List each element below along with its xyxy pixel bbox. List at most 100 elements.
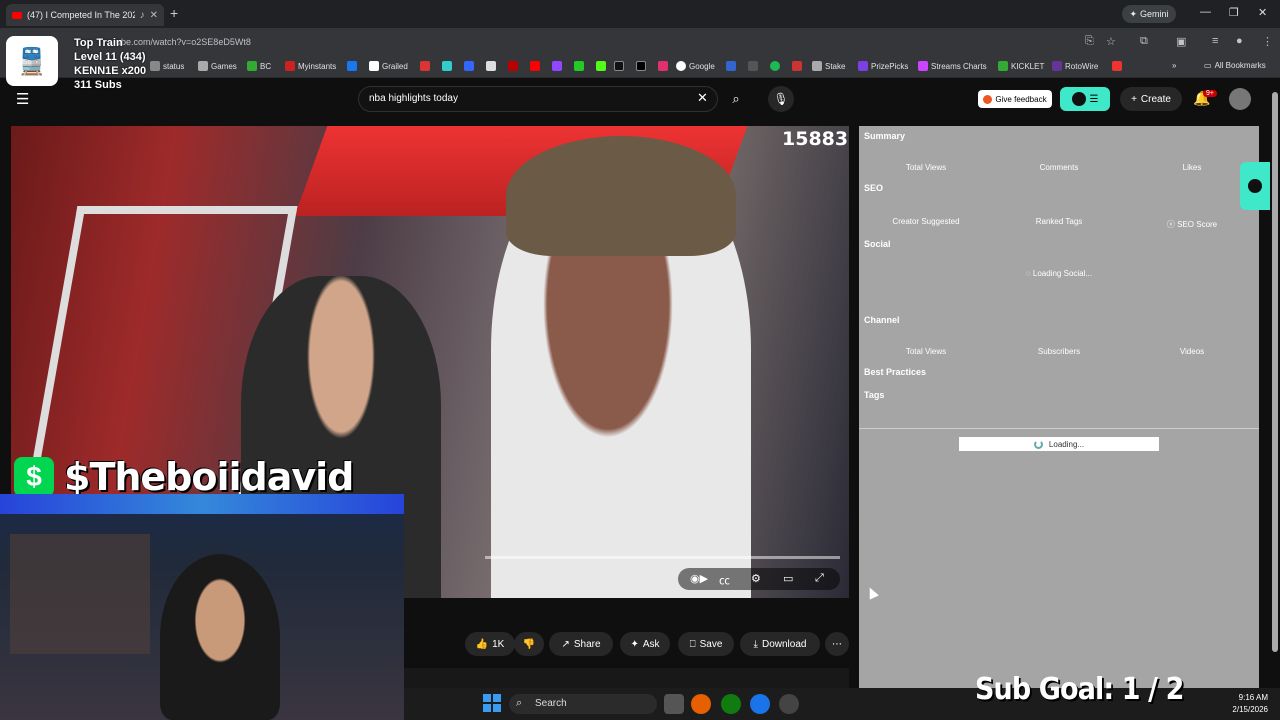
bookmark-rotowire[interactable]: RotoWire xyxy=(1052,61,1098,71)
bookmark-icon-f[interactable] xyxy=(574,61,584,71)
kick-icon[interactable] xyxy=(596,61,606,71)
speaker-icon[interactable]: ♪ xyxy=(140,10,145,21)
app-icon[interactable] xyxy=(779,694,799,714)
top-train-overlay: Top Train Level 11 (434) KENN1E x200 311… xyxy=(74,36,146,92)
menu-icon: ☰ xyxy=(1089,93,1099,105)
bookmark-icon-e[interactable] xyxy=(508,61,518,71)
settings-gear-icon[interactable]: ⚙ xyxy=(751,572,761,585)
autoplay-toggle-icon[interactable]: ◉▶ xyxy=(690,572,708,585)
spotify-icon[interactable] xyxy=(770,61,780,71)
bookmark-icon-d[interactable] xyxy=(486,61,496,71)
bookmark-icon-h[interactable] xyxy=(748,61,758,71)
folder-icon: ▭ xyxy=(1204,61,1212,70)
cashapp-overlay: $ $Theboiidavid xyxy=(14,455,354,499)
channel-total-views: Total Views xyxy=(905,347,947,356)
clock-date: 2/15/2026 xyxy=(1232,705,1268,714)
ask-button[interactable]: ✦ Ask xyxy=(620,632,670,656)
vidiq-menu-button[interactable]: ☰ xyxy=(1060,87,1110,111)
vidiq-logo-icon xyxy=(983,94,993,104)
like-button[interactable]: 👍 1K xyxy=(465,632,515,656)
firefox-icon[interactable] xyxy=(691,694,711,714)
seo-score: ⓥ SEO Score xyxy=(1166,220,1218,229)
media-icon[interactable]: ≡ xyxy=(1212,35,1218,47)
sidepanel-icon[interactable]: ▣ xyxy=(1176,35,1186,48)
taskbar-search[interactable]: Search xyxy=(509,694,657,714)
theater-mode-icon[interactable]: ▭ xyxy=(783,572,793,585)
thumbs-up-icon: 👍 xyxy=(475,638,489,650)
vidiq-panel xyxy=(859,126,1259,688)
scrollbar-thumb[interactable] xyxy=(1272,92,1278,652)
all-bookmarks[interactable]: ▭ All Bookmarks xyxy=(1204,61,1266,70)
search-icon[interactable]: ⌕ xyxy=(722,86,750,112)
cashapp-icon: $ xyxy=(14,457,54,497)
bookmark-streams-charts[interactable]: Streams Charts xyxy=(918,61,987,71)
bookmark-icon-g[interactable] xyxy=(726,61,736,71)
url-field[interactable]: ube.com/watch?v=o2SE8eD5Wt8 xyxy=(82,33,1072,51)
chrome-icon[interactable] xyxy=(750,694,770,714)
facebook-icon[interactable] xyxy=(347,61,357,71)
clear-search-icon[interactable]: ✕ xyxy=(697,90,708,106)
tags-heading[interactable]: Tags xyxy=(864,390,884,400)
gemini-button[interactable]: ✦ Gemini xyxy=(1122,5,1176,23)
tiktok-icon[interactable] xyxy=(614,61,624,71)
windows-start-icon[interactable] xyxy=(483,694,501,712)
instagram-icon[interactable] xyxy=(658,61,668,71)
new-tab-button[interactable]: + xyxy=(170,5,178,21)
bookmark-icon-b[interactable] xyxy=(442,61,452,71)
fullscreen-icon[interactable]: ⤢ xyxy=(815,572,824,585)
avatar[interactable] xyxy=(1229,88,1251,110)
twitch-icon[interactable] xyxy=(552,61,562,71)
profile-icon[interactable]: ● xyxy=(1236,35,1243,47)
panel-divider xyxy=(859,428,1259,429)
more-bookmarks-icon[interactable]: » xyxy=(1172,61,1176,70)
browser-tab[interactable]: (47) I Competed In The 202 ♪ ✕ xyxy=(6,4,164,26)
give-feedback-button[interactable]: Give feedback xyxy=(978,90,1052,108)
plus-icon: + xyxy=(1131,93,1137,105)
system-clock[interactable]: 9:16 AM 2/15/2026 xyxy=(1220,692,1268,716)
microphone-icon[interactable]: 🎙 xyxy=(768,86,794,112)
bookmark-stake[interactable]: Stake xyxy=(812,61,845,71)
close-window-icon[interactable]: ✕ xyxy=(1258,6,1267,19)
bookmark-icon-c[interactable] xyxy=(464,61,474,71)
video-progress-bar[interactable] xyxy=(485,556,840,559)
save-button[interactable]: ⎕ Save xyxy=(678,632,734,656)
captions-icon[interactable]: ㏄ xyxy=(719,572,730,588)
clock-time: 9:16 AM xyxy=(1238,693,1268,702)
bookmark-icon-j[interactable] xyxy=(1112,61,1122,71)
best-practices-heading[interactable]: Best Practices xyxy=(864,367,926,377)
dislike-button[interactable]: 👎 xyxy=(514,632,544,656)
extensions-icon[interactable]: ⧉ xyxy=(1140,35,1148,48)
youtube-favicon-icon xyxy=(12,11,22,19)
menu-dots-icon[interactable]: ⋮ xyxy=(1262,35,1273,48)
search-input[interactable]: nba highlights today xyxy=(358,86,718,112)
view-counter: 15883 xyxy=(782,128,849,150)
more-actions-icon[interactable]: ⋯ xyxy=(825,632,849,656)
download-button[interactable]: ⤓ Download xyxy=(740,632,820,656)
loading-spinner-icon xyxy=(1033,439,1043,449)
bookmark-kicklet[interactable]: KICKLET xyxy=(998,61,1044,71)
x-icon[interactable] xyxy=(636,61,646,71)
bookmark-grailed[interactable]: Grailed xyxy=(369,61,408,71)
minimize-icon[interactable]: — xyxy=(1200,6,1211,18)
bookmark-games[interactable]: Games xyxy=(198,61,237,71)
maximize-icon[interactable]: ❐ xyxy=(1229,6,1239,19)
sub-goal-overlay: Sub Goal: 1 / 2 xyxy=(975,672,1184,707)
task-view-icon[interactable] xyxy=(664,694,684,714)
bookmark-bc[interactable]: BC xyxy=(247,61,271,71)
close-tab-icon[interactable]: ✕ xyxy=(150,10,158,21)
bookmark-status[interactable]: status xyxy=(150,61,184,71)
bookmark-google[interactable]: Google xyxy=(676,61,715,71)
video-description-area xyxy=(404,668,849,688)
vidiq-side-tab[interactable] xyxy=(1240,162,1270,210)
youtube-bookmark-icon[interactable] xyxy=(530,61,540,71)
hamburger-menu-icon[interactable]: ☰ xyxy=(16,90,29,108)
star-icon[interactable]: ☆ xyxy=(1106,35,1116,48)
install-icon[interactable]: ⎘ xyxy=(1085,35,1094,48)
create-button[interactable]: + Create xyxy=(1120,87,1182,111)
bookmark-myinstants[interactable]: Myinstants xyxy=(285,61,336,71)
share-button[interactable]: ↗ Share xyxy=(549,632,613,656)
bookmark-prizepicks[interactable]: PrizePicks xyxy=(858,61,908,71)
bookmark-icon-i[interactable] xyxy=(792,61,802,71)
bookmark-icon-a[interactable] xyxy=(420,61,430,71)
xbox-icon[interactable] xyxy=(721,694,741,714)
